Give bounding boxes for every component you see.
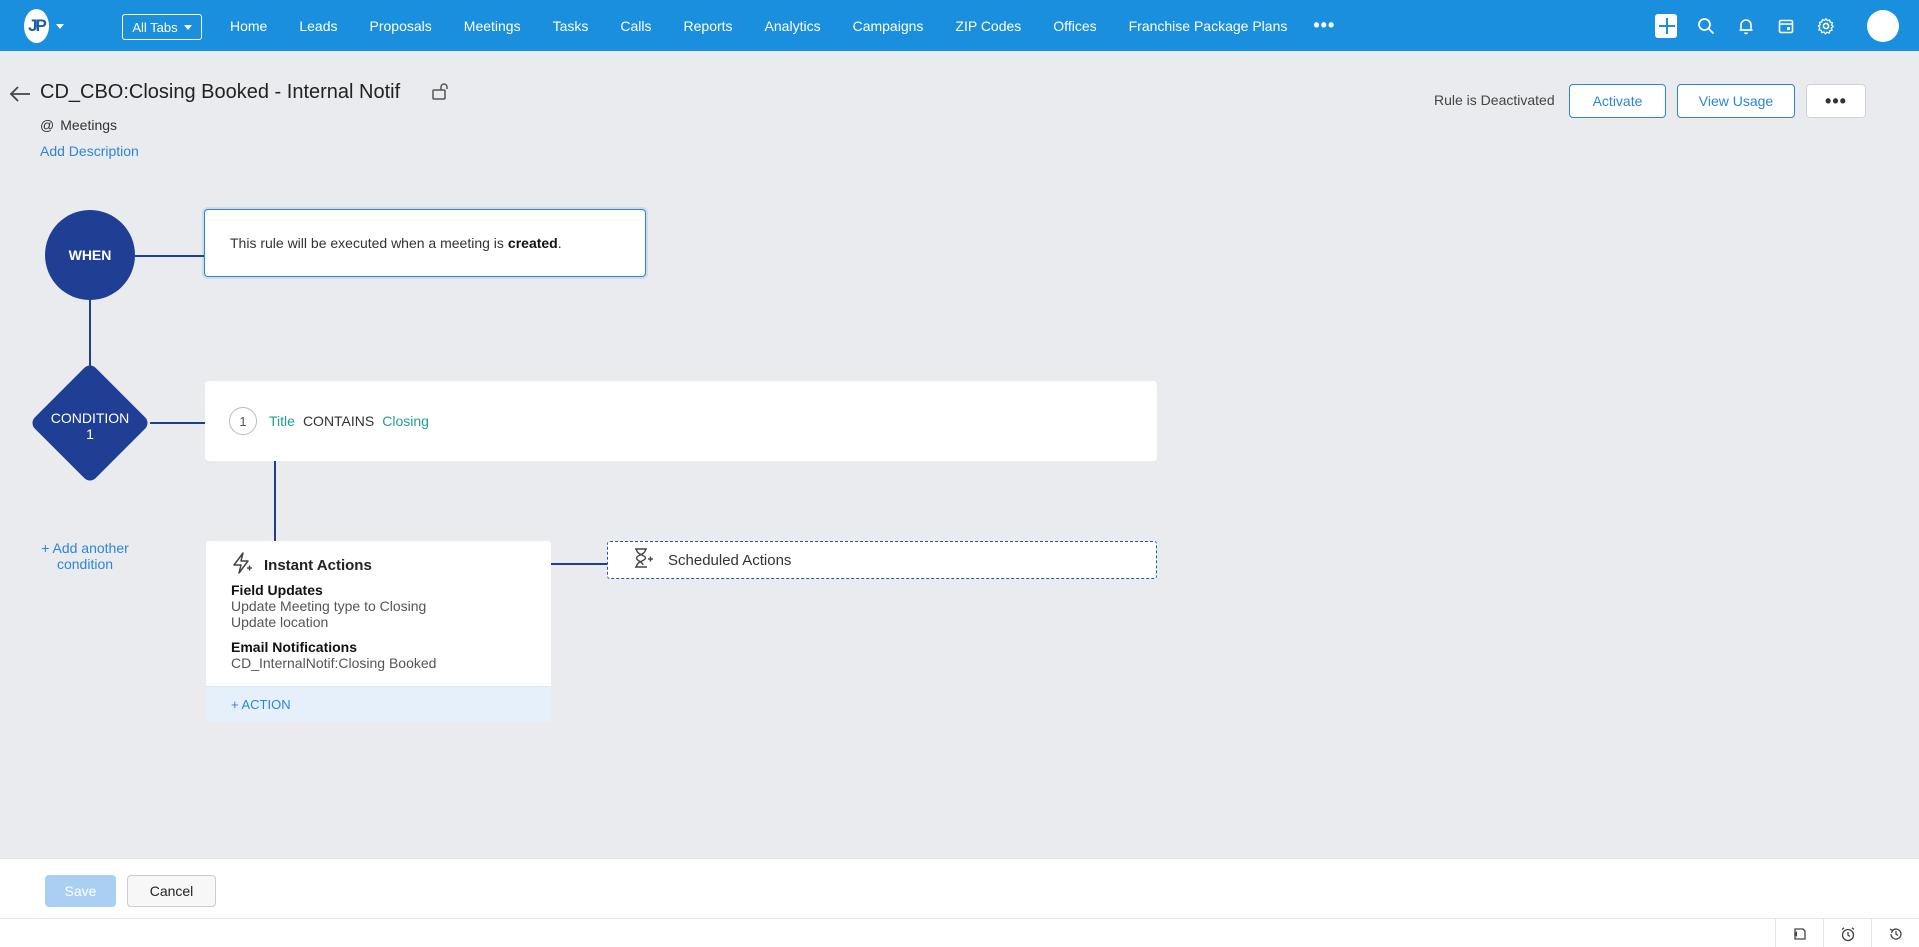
add-description-link[interactable]: Add Description — [40, 143, 139, 159]
condition-node-label: CONDITION 1 — [30, 410, 150, 442]
gear-icon[interactable] — [1815, 15, 1837, 37]
lightning-icon — [230, 551, 254, 579]
module-line: @ Meetings — [40, 117, 117, 133]
add-condition-line1: + Add another — [41, 540, 129, 556]
condition-value: Closing — [382, 413, 429, 429]
add-condition-line2: condition — [56, 556, 114, 572]
back-arrow-icon[interactable] — [8, 84, 32, 104]
scheduled-actions-label: Scheduled Actions — [668, 551, 792, 569]
main-nav: Home Leads Proposals Meetings Tasks Call… — [214, 0, 1345, 51]
action-group-title: Field Updates — [231, 582, 323, 598]
top-icons — [1655, 0, 1899, 51]
when-period: . — [557, 235, 562, 251]
status-bar — [0, 918, 1919, 947]
history-icon[interactable] — [1871, 919, 1919, 947]
all-tabs-label: All Tabs — [132, 19, 178, 35]
activate-button[interactable]: Activate — [1569, 84, 1666, 118]
chevron-down-icon — [183, 24, 192, 30]
nav-proposals[interactable]: Proposals — [354, 18, 448, 34]
rule-status: Rule is Deactivated — [1434, 92, 1555, 108]
hourglass-icon — [632, 547, 654, 573]
flow-connector — [135, 255, 205, 257]
action-item: Update location — [231, 614, 329, 630]
nav-zip-codes[interactable]: ZIP Codes — [939, 18, 1037, 34]
when-text: This rule will be executed when a meetin… — [230, 235, 504, 251]
nav-campaigns[interactable]: Campaigns — [837, 18, 940, 34]
calendar-icon[interactable] — [1775, 15, 1797, 37]
add-condition-link[interactable]: + Add another condition — [30, 540, 140, 572]
module-name: Meetings — [60, 117, 118, 133]
top-navbar: JP All Tabs Home Leads Proposals Meeting… — [0, 0, 1919, 51]
unlock-icon[interactable] — [431, 82, 451, 102]
condition-node-title: CONDITION — [50, 410, 130, 426]
instant-actions-title: Instant Actions — [264, 556, 372, 574]
bell-icon[interactable] — [1735, 15, 1757, 37]
footer-bar: Save Cancel — [0, 858, 1919, 918]
nav-analytics[interactable]: Analytics — [749, 18, 837, 34]
nav-leads[interactable]: Leads — [283, 18, 353, 34]
email-notifications-group[interactable]: Email Notifications CD_InternalNotif:Clo… — [231, 639, 436, 671]
action-item: Update Meeting type to Closing — [231, 598, 427, 614]
field-updates-group[interactable]: Field Updates Update Meeting type to Clo… — [231, 582, 426, 630]
chevron-down-icon — [56, 23, 64, 29]
condition-field: Title — [269, 413, 295, 429]
save-button[interactable]: Save — [45, 875, 116, 907]
instant-actions-header: Instant Actions — [230, 551, 372, 579]
more-options-button[interactable]: ••• — [1806, 84, 1866, 118]
search-icon[interactable] — [1695, 15, 1717, 37]
condition-operator: CONTAINS — [302, 413, 375, 429]
instant-actions-card[interactable]: Instant Actions Field Updates Update Mee… — [206, 541, 551, 722]
logo-mark: JP — [24, 9, 49, 43]
page-title: CD_CBO:Closing Booked - Internal Notif — [40, 81, 401, 103]
nav-meetings[interactable]: Meetings — [448, 18, 537, 34]
when-node: WHEN — [45, 210, 135, 300]
condition-number: 1 — [229, 407, 257, 435]
nav-more-icon[interactable]: ••• — [1303, 15, 1345, 36]
condition-node-number: 1 — [86, 426, 94, 442]
app-logo[interactable]: JP — [24, 9, 64, 43]
when-trigger-box[interactable]: This rule will be executed when a meetin… — [204, 209, 646, 277]
when-event: created — [507, 235, 558, 251]
nav-reports[interactable]: Reports — [668, 18, 749, 34]
action-group-title: Email Notifications — [231, 639, 358, 655]
nav-home[interactable]: Home — [214, 18, 283, 34]
action-item: CD_InternalNotif:Closing Booked — [231, 655, 437, 671]
all-tabs-button[interactable]: All Tabs — [122, 14, 202, 40]
flow-connector — [274, 461, 276, 541]
activity-icon[interactable] — [1775, 919, 1823, 947]
avatar[interactable] — [1867, 9, 1899, 42]
module-prefix: @ — [40, 117, 55, 133]
nav-franchise-package-plans[interactable]: Franchise Package Plans — [1113, 18, 1304, 34]
cancel-button[interactable]: Cancel — [127, 875, 216, 907]
status-icons — [1775, 919, 1919, 947]
plus-icon[interactable] — [1655, 13, 1677, 38]
scheduled-actions-box[interactable]: Scheduled Actions — [607, 541, 1157, 579]
flow-connector — [150, 422, 205, 424]
add-action-button[interactable]: + ACTION — [206, 686, 551, 722]
nav-tasks[interactable]: Tasks — [537, 18, 605, 34]
nav-calls[interactable]: Calls — [604, 18, 667, 34]
condition-box[interactable]: 1 Title CONTAINS Closing — [205, 381, 1157, 461]
alarm-clock-icon[interactable] — [1823, 919, 1871, 947]
nav-offices[interactable]: Offices — [1037, 18, 1112, 34]
view-usage-button[interactable]: View Usage — [1677, 84, 1795, 118]
flow-connector — [551, 563, 607, 565]
